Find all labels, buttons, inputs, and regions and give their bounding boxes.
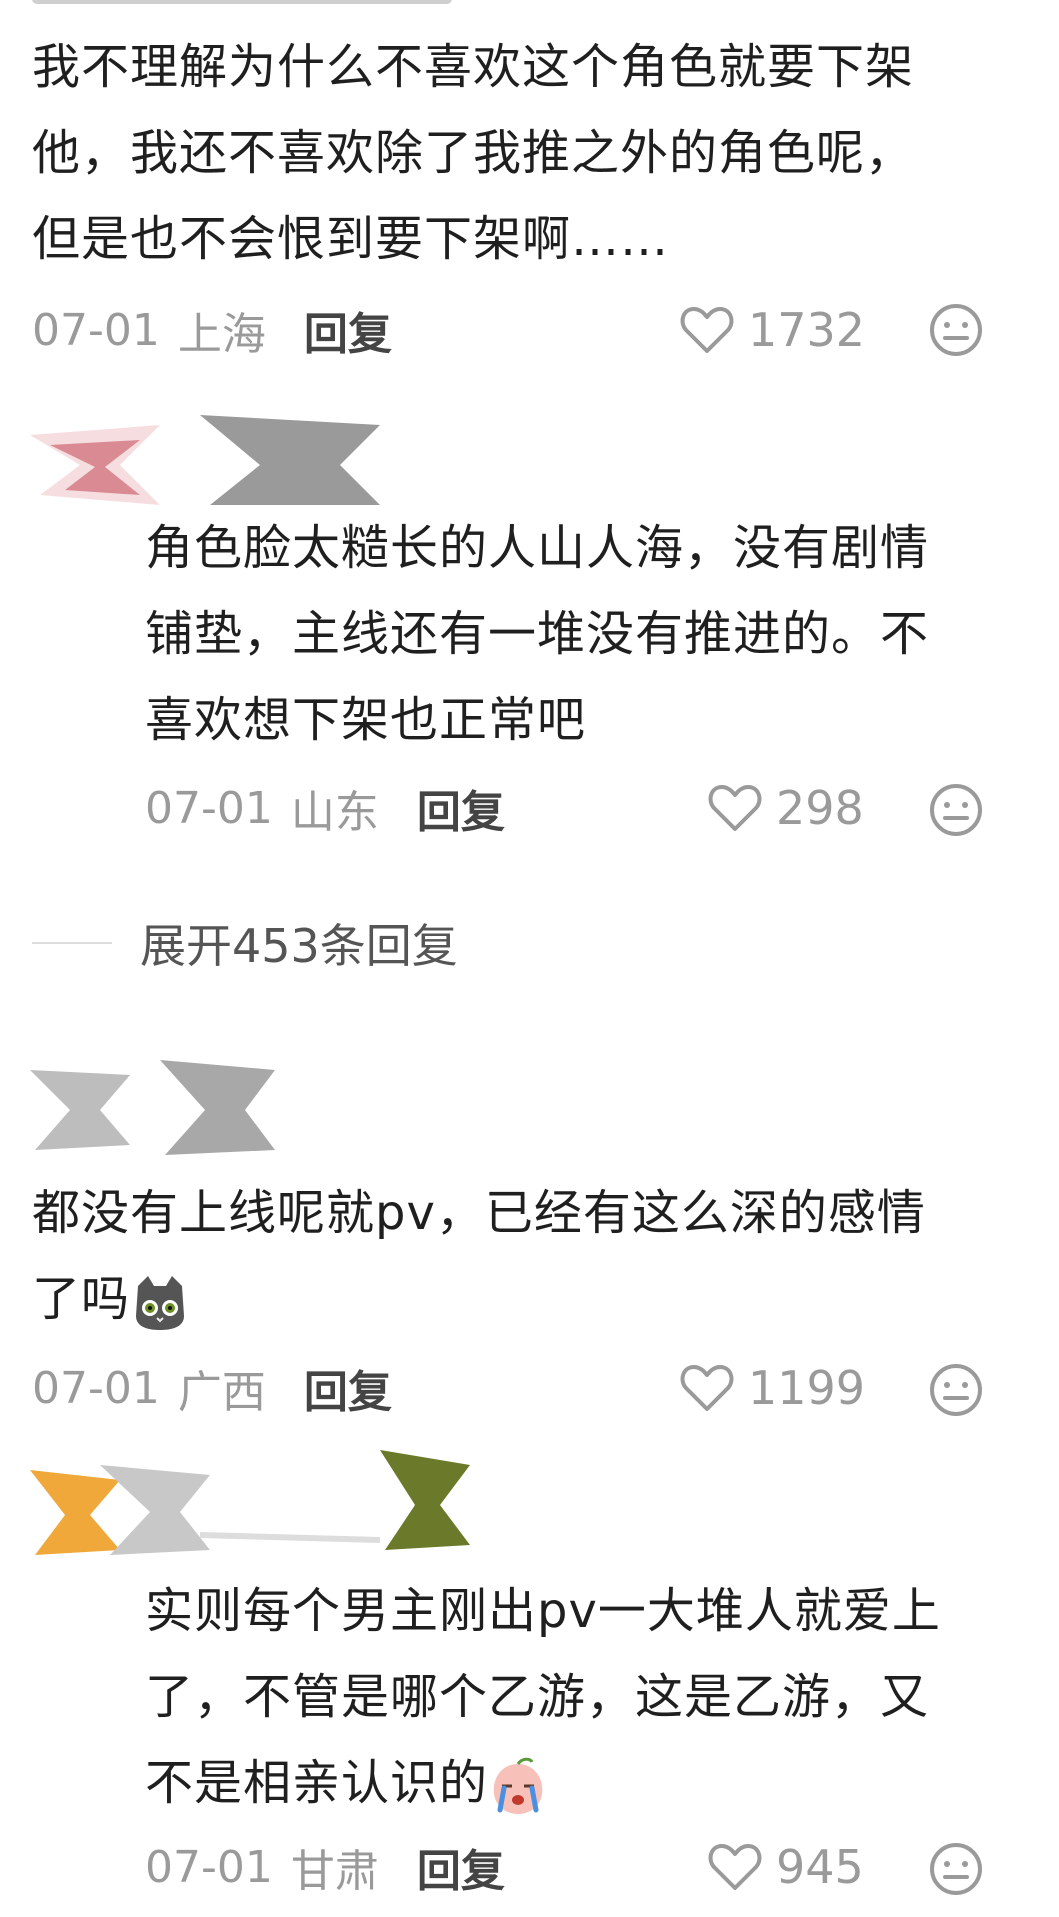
comment-location: 广西	[177, 1367, 266, 1418]
neutral-face-icon[interactable]	[928, 302, 984, 358]
comment-location: 山东	[290, 787, 379, 838]
neutral-face-icon[interactable]	[928, 1841, 984, 1897]
expand-replies-label: 展开453条回复	[140, 919, 458, 973]
like-count: 1199	[748, 1361, 866, 1415]
heart-outline-icon	[680, 307, 734, 353]
comment-location: 甘肃	[290, 1846, 379, 1897]
reply-button[interactable]: 回复	[304, 298, 392, 362]
crying-peach-emoji	[493, 1757, 543, 1814]
like-button[interactable]: 1732	[680, 300, 865, 360]
comment-date: 07-01	[32, 304, 160, 356]
comment-date: 07-01	[145, 1841, 273, 1893]
like-count: 1732	[748, 303, 866, 357]
like-button[interactable]: 298	[708, 778, 864, 838]
comment-meta: 07-01 山东 回复	[145, 776, 505, 840]
comment-text: 实则每个男主刚出pv一大堆人就爱上 了，不管是哪个乙游，这是乙游，又 不是相亲认…	[145, 1568, 941, 1826]
expand-replies-button[interactable]: 展开453条回复	[32, 910, 458, 976]
like-button[interactable]: 1199	[680, 1358, 865, 1418]
comment-text: 我不理解为什么不喜欢这个角色就要下架 他，我还不喜欢除了我推之外的角色呢， 但是…	[32, 39, 915, 267]
heart-outline-icon	[708, 785, 762, 831]
reply-button[interactable]: 回复	[304, 1356, 392, 1420]
blurred-user-avatar[interactable]	[10, 1440, 480, 1580]
comment-meta: 07-01 广西 回复	[32, 1356, 392, 1420]
blurred-user-avatar[interactable]	[20, 1050, 290, 1170]
reply-button[interactable]: 回复	[417, 1835, 505, 1899]
comment-date: 07-01	[145, 782, 273, 834]
neutral-face-icon[interactable]	[928, 1362, 984, 1418]
like-button[interactable]: 945	[708, 1837, 864, 1897]
cat-face-emoji	[136, 1276, 185, 1330]
like-count: 298	[776, 781, 864, 835]
neutral-face-icon[interactable]	[928, 782, 984, 838]
comment-meta: 07-01 上海 回复	[32, 298, 392, 362]
comment-text: 都没有上线呢就pv，已经有这么深的感情 了吗	[32, 1170, 926, 1342]
reply-button[interactable]: 回复	[417, 776, 505, 840]
comment-date: 07-01	[32, 1362, 160, 1414]
heart-outline-icon	[708, 1844, 762, 1890]
comment-text: 角色脸太糙长的人山人海，没有剧情 铺垫，主线还有一堆没有推进的。不 喜欢想下架也…	[145, 520, 930, 748]
divider-line	[32, 942, 112, 944]
cropped-username-fragment	[32, 0, 452, 10]
comment-location: 上海	[177, 309, 266, 360]
comment-meta: 07-01 甘肃 回复	[145, 1835, 505, 1899]
like-count: 945	[776, 1840, 864, 1894]
heart-outline-icon	[680, 1365, 734, 1411]
